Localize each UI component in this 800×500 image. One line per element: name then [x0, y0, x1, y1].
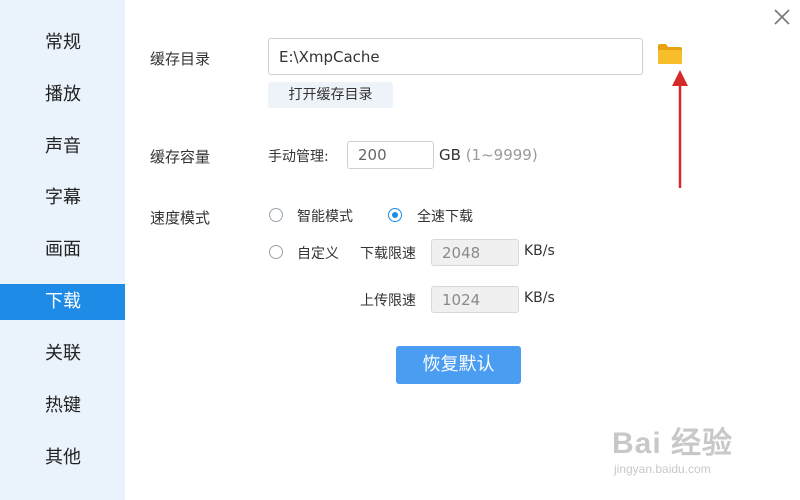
radio-custom[interactable]	[269, 245, 283, 259]
full-speed-label[interactable]: 全速下载	[417, 206, 473, 226]
sidebar-item-download[interactable]: 下载	[0, 284, 125, 320]
open-cache-dir-button[interactable]: 打开缓存目录	[268, 82, 393, 108]
radio-full-speed[interactable]	[388, 208, 402, 222]
upload-limit-label: 上传限速	[360, 293, 416, 309]
close-button[interactable]	[771, 6, 793, 28]
download-limit-unit: KB/s	[524, 243, 555, 259]
watermark-sub: jingyan.baidu.com	[614, 462, 711, 476]
sidebar-item-sound[interactable]: 声音	[0, 129, 125, 165]
download-limit-input[interactable]	[431, 239, 519, 266]
custom-label[interactable]: 自定义	[297, 243, 339, 263]
sidebar-item-subtitles[interactable]: 字幕	[0, 180, 125, 216]
sidebar-item-general[interactable]: 常规	[0, 25, 125, 61]
sidebar-item-other[interactable]: 其他	[0, 440, 125, 476]
cache-capacity-input[interactable]	[347, 141, 434, 169]
restore-defaults-button[interactable]: 恢复默认	[396, 346, 521, 384]
sidebar-item-association[interactable]: 关联	[0, 336, 125, 372]
baidu-jingyan-watermark: Bai 经验 jingyan.baidu.com	[612, 418, 762, 480]
cache-dir-label: 缓存目录	[150, 50, 211, 68]
manual-manage-label: 手动管理:	[268, 149, 329, 165]
sidebar-item-picture[interactable]: 画面	[0, 232, 125, 268]
close-icon	[774, 9, 790, 25]
speed-mode-label: 速度模式	[150, 209, 211, 227]
sidebar-item-hotkeys[interactable]: 热键	[0, 388, 125, 424]
cache-capacity-unit-text: GB	[439, 146, 461, 164]
download-limit-label: 下载限速	[360, 246, 416, 262]
watermark-main: Bai 经验	[612, 427, 734, 460]
cache-capacity-range: (1~9999)	[465, 146, 538, 164]
cache-capacity-label: 缓存容量	[150, 148, 211, 166]
cache-capacity-unit: GB (1~9999)	[439, 146, 538, 164]
sidebar-item-playback[interactable]: 播放	[0, 77, 125, 113]
upload-limit-unit: KB/s	[524, 290, 555, 306]
radio-smart-mode[interactable]	[269, 208, 283, 222]
annotation-arrow-icon	[672, 70, 688, 188]
folder-icon[interactable]	[657, 43, 683, 65]
settings-sidebar: 常规 播放 声音 字幕 画面 下载 关联 热键 其他	[0, 0, 125, 500]
cache-dir-input[interactable]	[268, 38, 643, 75]
smart-mode-label[interactable]: 智能模式	[297, 206, 353, 226]
upload-limit-input[interactable]	[431, 286, 519, 313]
